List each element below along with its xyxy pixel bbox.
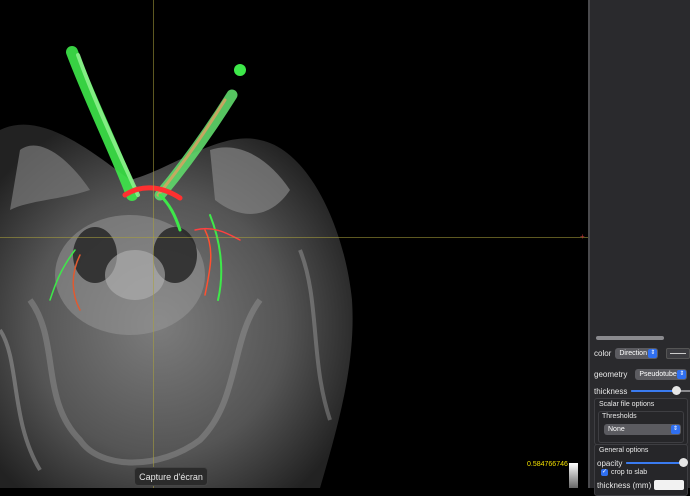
mri-viewer[interactable]: + 0.584766746 Capture d'écran <box>0 0 588 488</box>
brain-slice-image <box>0 46 353 488</box>
thickness-mm-input[interactable] <box>654 480 685 490</box>
geometry-label: geometry <box>594 370 628 379</box>
opacity-row: opacity <box>597 458 688 468</box>
thresholds-group: Thresholds None ⇕ <box>598 411 684 443</box>
crop-label: crop to slab <box>611 469 648 476</box>
chevron-updown-icon: ⇕ <box>677 370 687 379</box>
color-select-value: Direction <box>619 350 647 357</box>
colorbar <box>569 463 578 488</box>
color-swatch[interactable] <box>666 348 690 359</box>
scalar-options-group: Scalar file options Thresholds None ⇕ <box>594 398 688 445</box>
scalar-options-title: Scalar file options <box>599 401 655 408</box>
chevron-updown-icon: ⇕ <box>671 425 680 434</box>
general-options-group: General options opacity ✓ crop to slab t… <box>594 444 688 496</box>
general-options-title: General options <box>599 447 649 454</box>
opacity-label: opacity <box>597 458 623 468</box>
geometry-select-value: Pseudotubes <box>639 371 681 378</box>
thickness-slider[interactable] <box>631 386 690 396</box>
crosshair-horizontal <box>0 237 588 238</box>
crosshair-marker: + <box>580 232 585 241</box>
crosshair-vertical <box>153 0 154 488</box>
opacity-slider[interactable] <box>626 458 688 468</box>
crop-row: ✓ crop to slab <box>601 469 647 476</box>
chevron-updown-icon: ⇕ <box>648 349 658 358</box>
colorbar-max-value: 0.584766746 <box>527 461 568 468</box>
crop-checkbox[interactable]: ✓ <box>601 469 608 476</box>
thresholds-select[interactable]: None ⇕ <box>604 424 681 435</box>
thresholds-select-value: None <box>608 426 625 433</box>
thickness-mm-row: thickness (mm) <box>597 480 685 490</box>
screenshot-button[interactable]: Capture d'écran <box>134 467 208 486</box>
thickness-mm-label: thickness (mm) <box>597 480 652 490</box>
color-label: color <box>594 349 612 358</box>
color-select[interactable]: Direction ⇕ <box>615 348 659 359</box>
geometry-select[interactable]: Pseudotubes ⇕ <box>635 369 688 380</box>
thickness-row: thickness <box>594 386 690 396</box>
properties-panel: color Direction ⇕ geometry Pseudotubes ⇕… <box>588 0 690 496</box>
color-row: color Direction ⇕ <box>594 348 690 359</box>
thickness-label: thickness <box>594 386 628 396</box>
geometry-row: geometry Pseudotubes ⇕ <box>594 369 688 380</box>
panel-scrollbar[interactable] <box>596 336 664 340</box>
thresholds-title: Thresholds <box>602 413 637 420</box>
